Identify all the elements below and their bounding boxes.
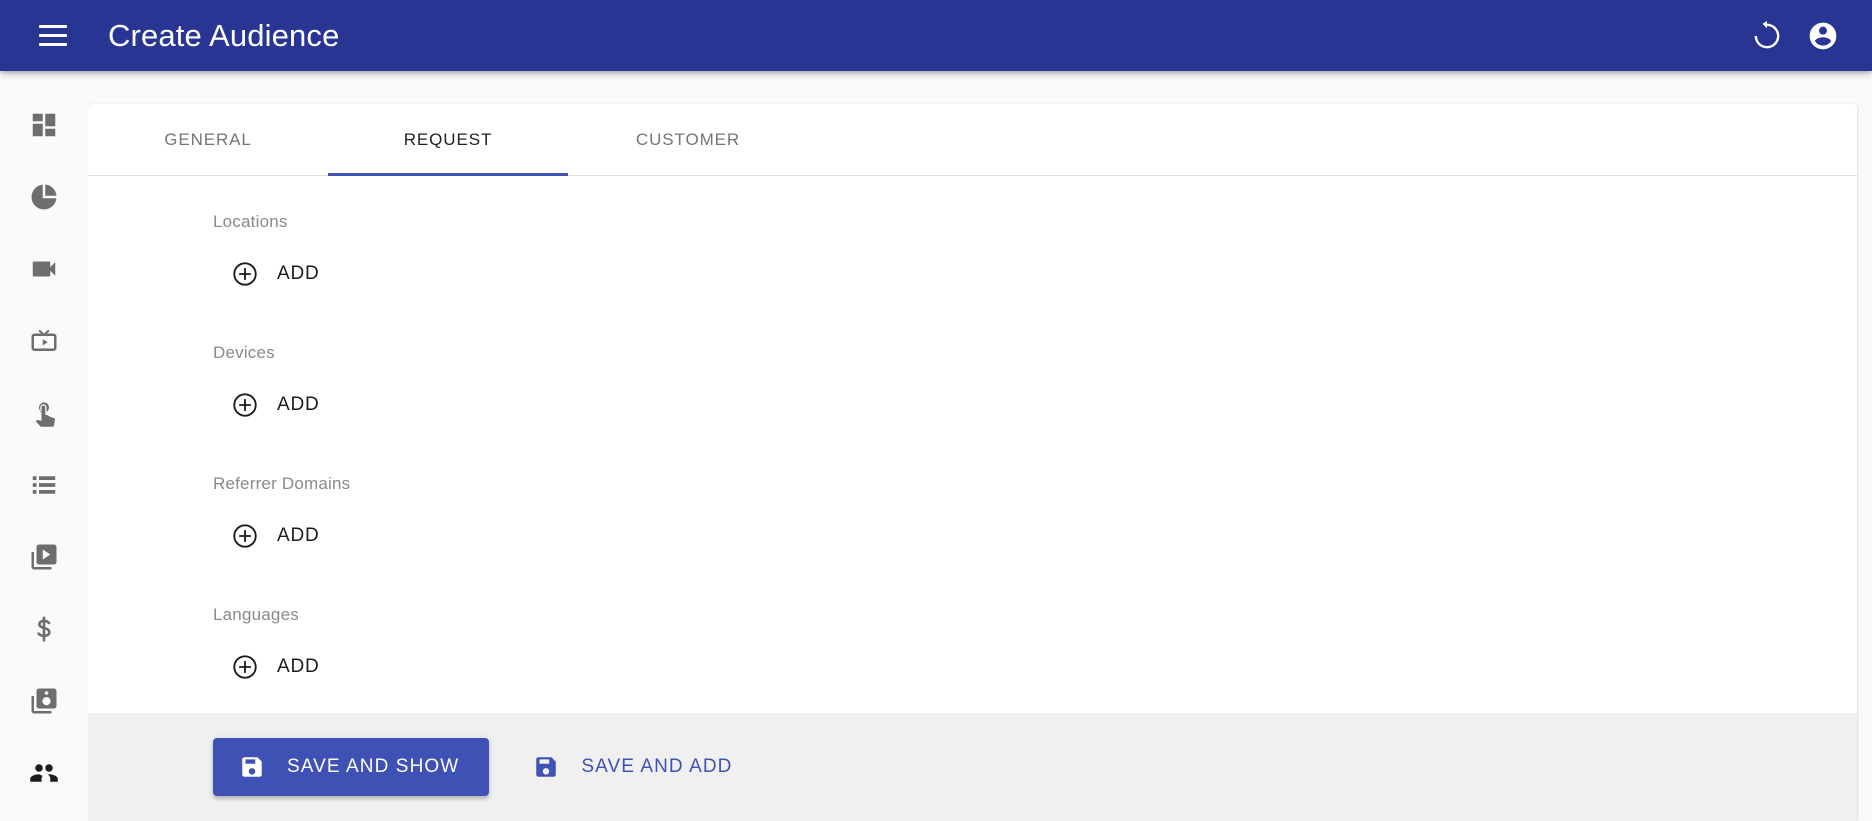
add-language-button[interactable]: ADD (231, 645, 320, 689)
add-location-button[interactable]: ADD (231, 252, 320, 296)
sidebar-item-dashboard[interactable] (0, 89, 88, 161)
hamburger-menu-icon[interactable] (25, 8, 81, 64)
sidebar-item-videocam[interactable] (0, 233, 88, 305)
sidebar-item-audio-library[interactable] (0, 665, 88, 737)
section-label: Devices (213, 343, 275, 362)
sidebar-item-touch-app[interactable] (0, 377, 88, 449)
tab-bar: GENERAL REQUEST CUSTOMER (88, 104, 1857, 176)
add-button-label: ADD (277, 394, 320, 415)
section-languages: Languages ADD (88, 605, 1857, 689)
section-label: Languages (213, 605, 299, 624)
save-and-show-button[interactable]: SAVE AND SHOW (213, 738, 490, 796)
section-label: Locations (213, 212, 288, 231)
account-circle-icon[interactable] (1795, 8, 1851, 64)
add-circle-outline-icon (231, 260, 259, 288)
form-action-bar: SAVE AND SHOW SAVE AND ADD (88, 713, 1857, 821)
tab-general[interactable]: GENERAL (88, 104, 328, 175)
add-button-label: ADD (277, 525, 320, 546)
tab-customer[interactable]: CUSTOMER (568, 104, 808, 175)
add-device-button[interactable]: ADD (231, 383, 320, 427)
save-icon (533, 754, 559, 780)
sidebar-item-video-library[interactable] (0, 521, 88, 593)
page-title: Create Audience (108, 18, 340, 53)
menu-line (39, 25, 67, 28)
save-and-add-button[interactable]: SAVE AND ADD (511, 738, 754, 796)
sidebar-item-live-tv[interactable] (0, 305, 88, 377)
section-referrer-domains: Referrer Domains ADD (88, 474, 1857, 558)
add-circle-outline-icon (231, 522, 259, 550)
sidebar-item-billing[interactable] (0, 593, 88, 665)
sidebar-item-list[interactable] (0, 449, 88, 521)
add-button-label: ADD (277, 656, 320, 677)
save-icon (239, 754, 265, 780)
sidebar-rail (0, 71, 88, 821)
add-button-label: ADD (277, 263, 320, 284)
refresh-icon[interactable] (1739, 8, 1795, 64)
sidebar-item-analytics[interactable] (0, 161, 88, 233)
app-toolbar: Create Audience (0, 0, 1872, 71)
section-locations: Locations ADD (88, 212, 1857, 296)
section-devices: Devices ADD (88, 343, 1857, 427)
section-label: Referrer Domains (213, 474, 351, 493)
add-circle-outline-icon (231, 391, 259, 419)
tab-request[interactable]: REQUEST (328, 104, 568, 176)
add-circle-outline-icon (231, 653, 259, 681)
menu-line (39, 43, 67, 46)
save-and-add-label: SAVE AND ADD (581, 756, 733, 777)
save-and-show-label: SAVE AND SHOW (287, 756, 460, 777)
add-referrer-domain-button[interactable]: ADD (231, 514, 320, 558)
menu-line (39, 34, 67, 37)
audience-form-card: GENERAL REQUEST CUSTOMER Locations ADD D… (88, 104, 1857, 821)
sidebar-item-audiences[interactable] (0, 737, 88, 809)
request-form-body: Locations ADD Devices ADD Referrer Domai… (88, 176, 1857, 713)
